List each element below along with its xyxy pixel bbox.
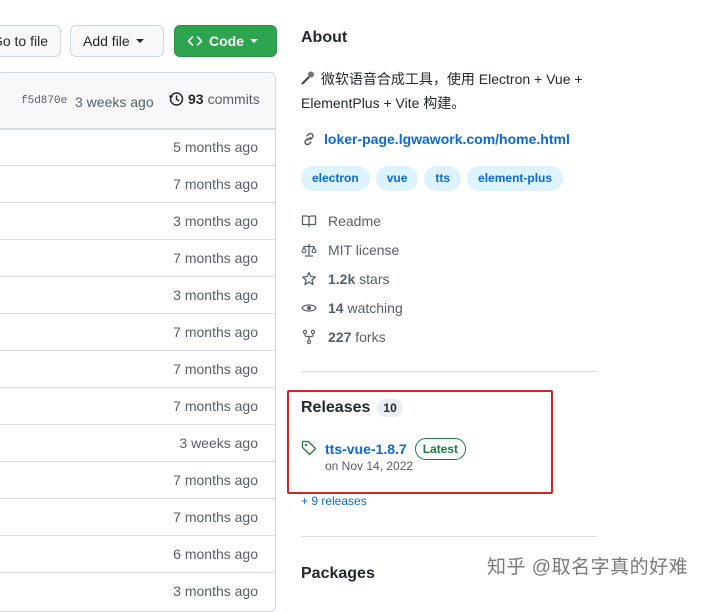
stars-link[interactable]: 1.2k stars [301, 271, 389, 287]
stars-label: stars [359, 271, 390, 287]
table-row[interactable]: 7 months ago [0, 387, 275, 424]
stars-count: 1.2k [328, 271, 356, 287]
row-commit-time: 7 months ago [173, 509, 258, 525]
readme-link[interactable]: Readme [301, 213, 381, 229]
table-row[interactable]: 7 months ago [0, 350, 275, 387]
table-row[interactable]: 7 months ago [0, 165, 275, 202]
watermark: 知乎 @取名字真的好难 [487, 557, 689, 578]
star-icon [301, 271, 317, 287]
row-commit-time: 3 months ago [173, 213, 258, 229]
topic-vue[interactable]: vue [375, 166, 419, 191]
forks-link[interactable]: 227 forks [301, 329, 386, 345]
link-icon [301, 131, 317, 147]
go-to-file-label: Go to file [0, 33, 48, 49]
table-row[interactable]: 7 months ago [0, 313, 275, 350]
history-icon [168, 91, 184, 107]
repo-description: 微软语音合成工具，使用 Electron + Vue + ElementPlus… [301, 67, 601, 115]
table-row[interactable]: 5 months ago [0, 128, 275, 165]
topic-tts[interactable]: tts [424, 166, 462, 191]
about-heading: About [301, 29, 348, 46]
packages-heading[interactable]: Packages [301, 565, 375, 583]
watching-count: 14 [328, 300, 344, 316]
table-row[interactable]: 3 months ago [0, 202, 275, 239]
topic-list: electron vue tts element-plus [301, 166, 564, 191]
table-row[interactable]: 3 months ago [0, 572, 275, 609]
commit-sha[interactable]: f5d870e [21, 95, 67, 107]
chevron-down-icon [250, 39, 258, 43]
homepage-link[interactable]: loker-page.lgwawork.com/home.html [301, 131, 570, 147]
add-file-label: Add file [83, 33, 130, 49]
law-icon [301, 242, 317, 258]
code-label: Code [209, 33, 244, 49]
topic-element-plus[interactable]: element-plus [467, 166, 564, 191]
row-commit-time: 6 months ago [173, 546, 258, 562]
row-commit-time: 3 weeks ago [179, 435, 258, 451]
table-row[interactable]: 3 months ago [0, 276, 275, 313]
code-icon [187, 33, 203, 49]
row-commit-time: 5 months ago [173, 139, 258, 155]
repo-description-text: 微软语音合成工具，使用 Electron + Vue + ElementPlus… [301, 71, 583, 111]
commit-time: 3 weeks ago [75, 94, 154, 110]
table-row[interactable]: 3 weeks ago [0, 424, 275, 461]
fork-icon [301, 329, 317, 345]
topic-electron[interactable]: electron [301, 166, 370, 191]
book-icon [301, 213, 317, 229]
row-commit-time: 7 months ago [173, 176, 258, 192]
code-button[interactable]: Code [174, 25, 277, 57]
commits-label: commits [207, 91, 260, 107]
row-commit-time: 3 months ago [173, 583, 258, 599]
commits-link[interactable]: 93 commits [168, 91, 260, 107]
more-releases-link[interactable]: + 9 releases [301, 494, 367, 508]
microphone-icon [301, 67, 317, 91]
commits-count: 93 [188, 91, 204, 107]
table-row[interactable]: 6 months ago [0, 535, 275, 572]
forks-label: forks [355, 329, 386, 345]
latest-commit-bar: f5d870e 3 weeks ago 93 commits [0, 73, 275, 130]
row-commit-time: 3 months ago [173, 287, 258, 303]
license-link[interactable]: MIT license [301, 242, 399, 258]
chevron-down-icon [135, 39, 144, 43]
section-divider [301, 536, 597, 537]
license-label: MIT license [328, 242, 400, 258]
highlight-box [287, 390, 553, 494]
row-commit-time: 7 months ago [173, 398, 258, 414]
row-commit-time: 7 months ago [173, 361, 258, 377]
eye-icon [301, 300, 317, 316]
section-divider [301, 371, 597, 372]
watching-label: watching [347, 300, 403, 316]
table-row[interactable]: 7 months ago [0, 498, 275, 535]
readme-label: Readme [328, 213, 381, 229]
table-row[interactable]: 7 months ago [0, 461, 275, 498]
table-row[interactable]: 7 months ago [0, 239, 275, 276]
row-commit-time: 7 months ago [173, 324, 258, 340]
row-commit-time: 7 months ago [173, 472, 258, 488]
homepage-link-text: loker-page.lgwawork.com/home.html [324, 131, 570, 147]
forks-count: 227 [328, 329, 352, 345]
file-list: f5d870e 3 weeks ago 93 commits 5 months … [0, 72, 276, 612]
row-commit-time: 7 months ago [173, 250, 258, 266]
go-to-file-button[interactable]: Go to file [0, 25, 61, 57]
add-file-button[interactable]: Add file [70, 25, 164, 57]
watching-link[interactable]: 14 watching [301, 300, 403, 316]
